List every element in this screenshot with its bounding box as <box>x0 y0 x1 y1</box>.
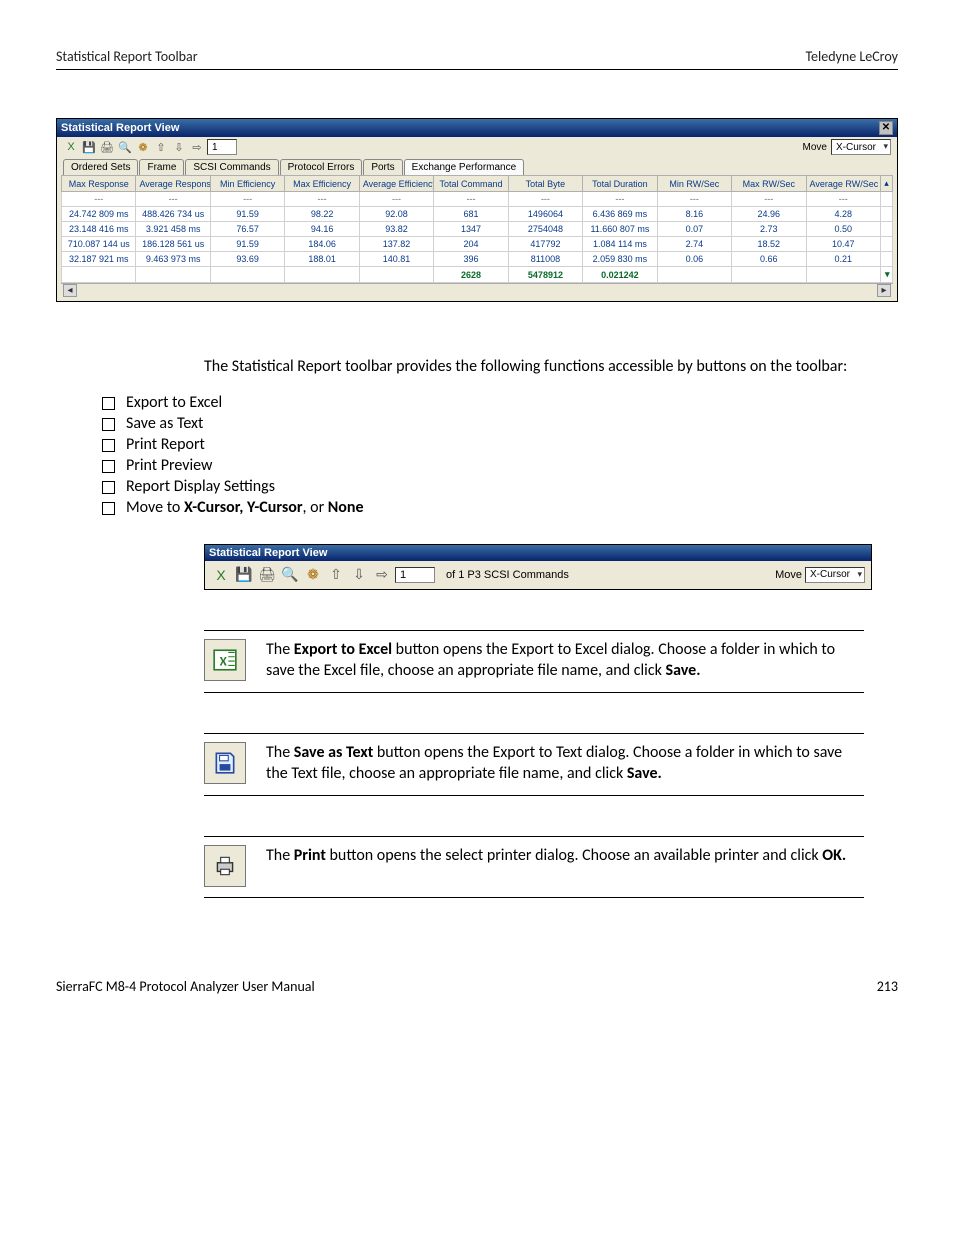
print-icon <box>204 845 246 887</box>
save-text-icon <box>204 742 246 784</box>
column-header[interactable]: Average Efficiency <box>359 176 433 192</box>
tab-protocol-errors[interactable]: Protocol Errors <box>280 159 363 175</box>
list-item: Print Report <box>102 434 898 455</box>
horizontal-scrollbar[interactable]: ◂ ▸ <box>61 283 893 297</box>
list-item: Report Display Settings <box>102 476 898 497</box>
move-label-2: Move <box>775 569 802 581</box>
close-icon[interactable]: ✕ <box>879 121 893 135</box>
save-text-icon[interactable]: 💾 <box>81 139 97 155</box>
next-arrow-icon[interactable]: ⇨ <box>372 565 392 585</box>
report-toolbar: X💾🖨🔍❁⇧⇩⇨1 Move X-Cursor <box>57 137 897 157</box>
list-item: Print Preview <box>102 455 898 476</box>
column-header[interactable]: Total Byte <box>508 176 582 192</box>
toolbar-closeup: Statistical Report View X💾🖨🔍❁⇧⇩⇨1 of 1 P… <box>204 544 872 590</box>
move-label: Move <box>803 142 827 153</box>
feature-print-desc: The Print button opens the select printe… <box>266 845 846 867</box>
table-row: --------------------------------- <box>62 192 893 207</box>
column-header[interactable]: Min Efficiency <box>210 176 284 192</box>
feature-export-excel-desc: The Export to Excel button opens the Exp… <box>266 639 864 682</box>
column-header[interactable]: Max Response <box>62 176 136 192</box>
scroll-right-icon[interactable]: ▸ <box>877 284 891 297</box>
print-icon[interactable]: 🖨 <box>257 565 277 585</box>
up-arrow-icon[interactable]: ⇧ <box>326 565 346 585</box>
column-header[interactable]: Total Duration <box>583 176 657 192</box>
window-title-bar: Statistical Report View ✕ <box>57 119 897 137</box>
column-header[interactable]: Average Response <box>136 176 210 192</box>
footer-left: SierraFC M8-4 Protocol Analyzer User Man… <box>56 978 315 995</box>
list-item: Save as Text <box>102 413 898 434</box>
toolbar-caption: of 1 P3 SCSI Commands <box>446 569 569 581</box>
save-text-icon[interactable]: 💾 <box>234 565 254 585</box>
export-excel-icon[interactable]: X <box>63 139 79 155</box>
footer-page-number: 213 <box>877 978 898 995</box>
feature-export-excel: X The Export to Excel button opens the E… <box>204 630 864 693</box>
svg-text:X: X <box>220 654 228 669</box>
print-icon[interactable]: 🖨 <box>99 139 115 155</box>
tab-frame[interactable]: Frame <box>139 159 184 175</box>
tab-exchange-performance[interactable]: Exchange Performance <box>404 159 525 175</box>
feature-save-text-desc: The Save as Text button opens the Export… <box>266 742 864 785</box>
feature-save-text: The Save as Text button opens the Export… <box>204 733 864 796</box>
tab-ordered-sets[interactable]: Ordered Sets <box>63 159 138 175</box>
list-item: Export to Excel <box>102 392 898 413</box>
down-arrow-icon[interactable]: ⇩ <box>349 565 369 585</box>
page-header: Statistical Report Toolbar Teledyne LeCr… <box>56 48 898 65</box>
export-excel-icon: X <box>204 639 246 681</box>
statistics-table: Max ResponseAverage ResponseMin Efficien… <box>61 175 893 283</box>
page-number-input-2[interactable]: 1 <box>395 567 435 583</box>
statistical-report-window: Statistical Report View ✕ X💾🖨🔍❁⇧⇩⇨1 Move… <box>56 118 898 302</box>
report-tabs: Ordered SetsFrameSCSI CommandsProtocol E… <box>57 157 897 175</box>
tab-scsi-commands[interactable]: SCSI Commands <box>185 159 278 175</box>
table-row: 24.742 809 ms488.426 734 us91.5998.2292.… <box>62 207 893 222</box>
settings-icon[interactable]: ❁ <box>135 139 151 155</box>
functions-checklist: Export to ExcelSave as TextPrint ReportP… <box>102 392 898 518</box>
settings-icon[interactable]: ❁ <box>303 565 323 585</box>
move-cursor-dropdown-2[interactable]: X-Cursor <box>805 567 865 583</box>
print-preview-icon[interactable]: 🔍 <box>117 139 133 155</box>
print-preview-icon[interactable]: 🔍 <box>280 565 300 585</box>
header-left: Statistical Report Toolbar <box>56 48 198 65</box>
feature-print: The Print button opens the select printe… <box>204 836 864 898</box>
window-title: Statistical Report View <box>61 122 179 134</box>
scroll-down-icon[interactable]: ▾ <box>881 267 893 283</box>
table-row: 32.187 921 ms9.463 973 ms93.69188.01140.… <box>62 252 893 267</box>
column-header[interactable]: Min RW/Sec <box>657 176 731 192</box>
page-footer: SierraFC M8-4 Protocol Analyzer User Man… <box>56 978 898 995</box>
window-title-bar-2: Statistical Report View <box>205 545 871 561</box>
page-number-input[interactable]: 1 <box>207 139 237 155</box>
column-header[interactable]: Average RW/Sec <box>806 176 880 192</box>
scroll-up-icon[interactable]: ▴ <box>881 176 893 192</box>
table-summary-row: 262854789120.021242▾ <box>62 267 893 283</box>
table-row: 710.087 144 us186.128 561 us91.59184.061… <box>62 237 893 252</box>
down-arrow-icon[interactable]: ⇩ <box>171 139 187 155</box>
column-header[interactable]: Max RW/Sec <box>732 176 806 192</box>
table-row: 23.148 416 ms3.921 458 ms76.5794.1693.82… <box>62 222 893 237</box>
tab-ports[interactable]: Ports <box>363 159 402 175</box>
export-excel-icon[interactable]: X <box>211 565 231 585</box>
intro-paragraph: The Statistical Report toolbar provides … <box>204 356 864 378</box>
up-arrow-icon[interactable]: ⇧ <box>153 139 169 155</box>
list-item: Move to X-Cursor, Y-Cursor, or None <box>102 497 898 518</box>
move-cursor-dropdown[interactable]: X-Cursor <box>831 139 891 155</box>
column-header[interactable]: Total Command <box>434 176 508 192</box>
report-toolbar-2: X💾🖨🔍❁⇧⇩⇨1 of 1 P3 SCSI Commands Move X-C… <box>205 561 871 589</box>
header-rule <box>56 69 898 70</box>
header-right: Teledyne LeCroy <box>805 48 898 65</box>
window-title-2: Statistical Report View <box>209 547 327 559</box>
scroll-left-icon[interactable]: ◂ <box>63 284 77 297</box>
next-arrow-icon[interactable]: ⇨ <box>189 139 205 155</box>
column-header[interactable]: Max Efficiency <box>285 176 359 192</box>
